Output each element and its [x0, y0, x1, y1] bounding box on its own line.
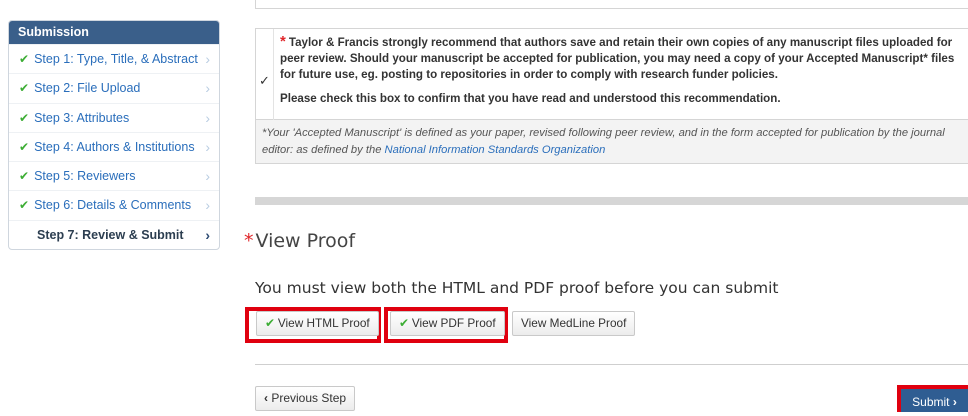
view-medline-proof-button[interactable]: View MedLine Proof	[512, 311, 636, 336]
previous-step-button[interactable]: ‹ Previous Step	[255, 386, 356, 411]
checked-checkbox[interactable]: ✓	[259, 73, 270, 89]
chevron-right-icon: ›	[205, 197, 210, 214]
sidebar-step-4[interactable]: ✔ Step 4: Authors & Institutions ›	[9, 131, 219, 161]
checkmark-icon: ✔	[19, 198, 30, 213]
chevron-right-icon: ›	[205, 168, 210, 185]
button-label: View HTML Proof	[277, 316, 370, 330]
step-label: Step 7: Review & Submit	[37, 227, 184, 242]
recommendation-checkbox-row[interactable]: ✓ * Taylor & Francis strongly recommend t…	[255, 28, 968, 121]
accepted-manuscript-note: *Your 'Accepted Manuscript' is defined a…	[255, 120, 968, 164]
required-asterisk: *	[280, 33, 286, 50]
niso-link[interactable]: National Information Standards Organizat…	[385, 144, 606, 156]
view-proof-title: View Proof	[255, 230, 356, 252]
button-label: View MedLine Proof	[521, 316, 627, 330]
chevron-right-icon: ›	[205, 51, 210, 67]
view-proof-heading: * View Proof	[244, 230, 355, 252]
proof-instruction: You must view both the HTML and PDF proo…	[255, 279, 779, 297]
sidebar-title: Submission	[9, 21, 219, 44]
checkmark-icon: ✔	[19, 81, 30, 96]
chevron-right-icon: ›	[205, 109, 210, 126]
step-label: Step 2: File Upload	[34, 81, 141, 96]
sidebar-step-6[interactable]: ✔ Step 6: Details & Comments ›	[9, 190, 219, 219]
submission-sidebar: Submission ✔ Step 1: Type, Title, & Abstr…	[8, 20, 220, 251]
footer-divider	[255, 364, 968, 365]
section-divider	[255, 197, 968, 205]
step-label: Step 6: Details & Comments	[34, 198, 192, 213]
sidebar-step-3[interactable]: ✔ Step 3: Attributes ›	[9, 102, 219, 132]
chevron-right-icon: ›	[205, 80, 210, 97]
sidebar-step-2[interactable]: ✔ Step 2: File Upload ›	[9, 73, 219, 102]
step-label: Step 3: Attributes	[34, 110, 130, 125]
checkmark-icon: ✔	[399, 316, 409, 330]
recommendation-paragraph: Taylor & Francis strongly recommend that…	[280, 36, 955, 81]
checkmark-icon: ✔	[19, 110, 30, 125]
button-label: View PDF Proof	[411, 316, 496, 330]
submit-button[interactable]: Submit ›	[897, 385, 968, 412]
view-pdf-proof-button[interactable]: ✔ View PDF Proof	[390, 311, 505, 336]
chevron-right-icon: ›	[205, 226, 210, 243]
step-label: Step 4: Authors & Institutions	[34, 139, 195, 154]
step-label: Step 5: Reviewers	[34, 169, 136, 184]
sidebar-step-1[interactable]: ✔ Step 1: Type, Title, & Abstract ›	[9, 44, 219, 73]
chevron-right-icon: ›	[205, 138, 210, 155]
chevron-right-icon: ›	[952, 395, 957, 409]
button-label: Submit	[912, 395, 950, 409]
checkmark-icon: ✔	[265, 316, 275, 330]
chevron-left-icon: ‹	[264, 391, 268, 405]
required-asterisk: *	[244, 230, 254, 252]
checkmark-icon: ✔	[19, 52, 30, 66]
previous-section-edge	[255, 0, 968, 9]
checkmark-icon: ✔	[19, 139, 30, 154]
checkmark-icon: ✔	[19, 169, 30, 184]
step-label: Step 1: Type, Title, & Abstract	[34, 52, 198, 66]
button-label: Previous Step	[271, 391, 347, 405]
sidebar-step-5[interactable]: ✔ Step 5: Reviewers ›	[9, 161, 219, 190]
checkbox-column[interactable]: ✓	[256, 29, 274, 121]
confirmation-instruction: Please check this box to confirm that yo…	[280, 92, 781, 105]
sidebar-step-7[interactable]: Step 7: Review & Submit ›	[9, 219, 219, 249]
recommendation-text: * Taylor & Francis strongly recommend tha…	[280, 34, 964, 107]
view-html-proof-button[interactable]: ✔ View HTML Proof	[256, 311, 379, 336]
